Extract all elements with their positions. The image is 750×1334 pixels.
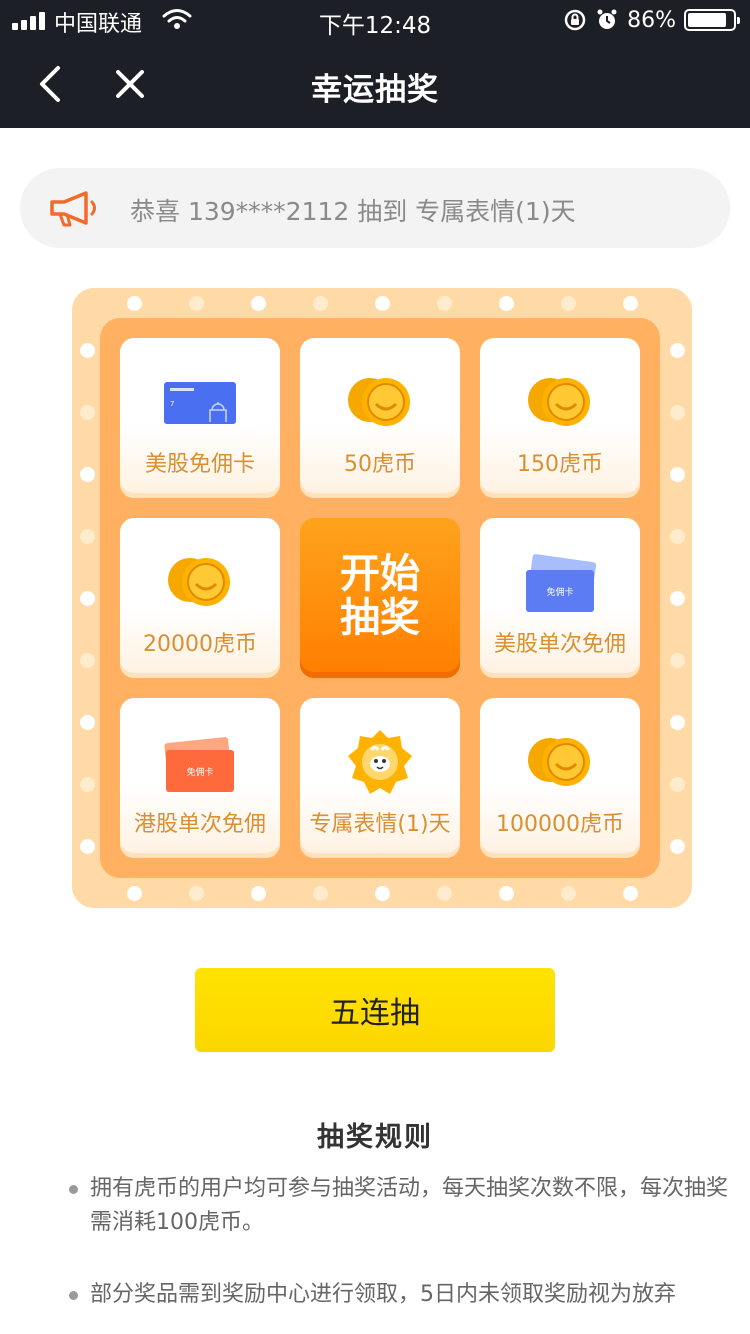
board-light-dot xyxy=(80,467,95,482)
coins-icon xyxy=(168,558,230,606)
prize-cell: 100000虎币 xyxy=(480,698,640,858)
prize-label: 港股单次免佣 xyxy=(133,812,266,837)
battery-percent: 86% xyxy=(627,7,676,33)
board-light-dot xyxy=(80,715,95,730)
prize-label: 专属表情(1)天 xyxy=(309,812,451,837)
prize-label: 50虎币 xyxy=(344,452,416,477)
prize-label: 美股免佣卡 xyxy=(144,452,255,477)
rules-title: 抽奖规则 xyxy=(317,1122,433,1153)
board-light-dot xyxy=(80,777,95,792)
rule-text: 部分奖品需到奖励中心进行领取，5日内未领取奖励视为放弃 xyxy=(90,1282,676,1307)
status-bar: 中国联通 下午12:48 86% xyxy=(0,0,750,40)
bullet-icon xyxy=(69,1291,78,1300)
page-title: 幸运抽奖 xyxy=(311,72,439,108)
prize-cell: 50虎币 xyxy=(300,338,460,498)
top-bar: 中国联通 下午12:48 86% 幸运抽奖 xyxy=(0,0,750,128)
board-light-dot xyxy=(623,296,638,311)
alarm-icon xyxy=(597,9,617,29)
board-light-dot xyxy=(127,296,142,311)
commission-free-card-blue-icon: 免佣卡 xyxy=(526,554,597,612)
commission-free-card-red-icon: 免佣卡 xyxy=(164,737,234,792)
winner-announcement: 恭喜 139****2112 抽到 专属表情(1)天 xyxy=(20,168,730,248)
bullet-icon xyxy=(69,1185,78,1194)
board-light-dot xyxy=(670,405,685,420)
board-light-dot xyxy=(80,343,95,358)
prize-label: 20000虎币 xyxy=(143,632,257,657)
svg-text:免佣卡: 免佣卡 xyxy=(186,766,213,778)
board-light-dot xyxy=(670,529,685,544)
prize-cell: 20000虎币 xyxy=(120,518,280,678)
rotation-lock-icon xyxy=(564,9,586,31)
board-light-dot xyxy=(670,653,685,668)
emoji-badge-icon xyxy=(348,730,412,794)
board-light-dot xyxy=(670,715,685,730)
board-light-dot xyxy=(499,886,514,901)
board-light-dot xyxy=(670,467,685,482)
prize-cell: 7 美股免佣卡 xyxy=(120,338,280,498)
board-light-dot xyxy=(80,653,95,668)
board-light-dot xyxy=(670,343,685,358)
board-light-dot xyxy=(623,886,638,901)
rule-item: 拥有虎币的用户均可参与抽奖活动，每天抽奖次数不限，每次抽奖需消耗100虎币。 xyxy=(69,1172,730,1240)
prize-cell: 专属表情(1)天 xyxy=(300,698,460,858)
board-light-dot xyxy=(437,296,452,311)
board-light-dot xyxy=(561,886,576,901)
rule-item: 部分奖品需到奖励中心进行领取，5日内未领取奖励视为放弃 xyxy=(69,1278,730,1312)
board-light-dot xyxy=(80,529,95,544)
svg-text:免佣卡: 免佣卡 xyxy=(546,586,573,598)
board-light-dot xyxy=(437,886,452,901)
board-light-dot xyxy=(670,777,685,792)
svg-text:7: 7 xyxy=(170,400,174,408)
board-light-dot xyxy=(499,296,514,311)
prize-cell: 免佣卡 港股单次免佣 xyxy=(120,698,280,858)
coins-icon xyxy=(348,378,410,426)
board-light-dot xyxy=(127,886,142,901)
coins-icon xyxy=(528,378,590,426)
board-light-dot xyxy=(251,886,266,901)
prize-cell: 免佣卡 美股单次免佣 xyxy=(480,518,640,678)
coins-icon xyxy=(528,738,590,786)
start-draw-button[interactable]: 开始 抽奖 xyxy=(300,518,460,678)
board-light-dot xyxy=(670,591,685,606)
board-light-dot xyxy=(375,296,390,311)
board-light-dot xyxy=(80,405,95,420)
board-light-dot xyxy=(670,839,685,854)
board-light-dot xyxy=(251,296,266,311)
board-light-dot xyxy=(189,886,204,901)
board-light-dot xyxy=(80,591,95,606)
prize-cell: 150虎币 xyxy=(480,338,640,498)
board-light-dot xyxy=(313,296,328,311)
status-right: 86% xyxy=(563,6,740,34)
prize-label: 100000虎币 xyxy=(496,812,624,837)
prize-label: 150虎币 xyxy=(517,452,603,477)
board-light-dot xyxy=(80,839,95,854)
us-stock-card-icon: 7 xyxy=(164,382,236,424)
five-draw-button[interactable]: 五连抽 xyxy=(195,968,555,1052)
board-light-dot xyxy=(561,296,576,311)
board-light-dot xyxy=(375,886,390,901)
prize-label: 美股单次免佣 xyxy=(493,632,626,657)
announcement-text: 恭喜 139****2112 抽到 专属表情(1)天 xyxy=(130,197,576,226)
board-light-dot xyxy=(313,886,328,901)
megaphone-icon xyxy=(50,191,96,227)
start-draw-label: 开始 抽奖 xyxy=(340,551,420,641)
rule-text: 拥有虎币的用户均可参与抽奖活动，每天抽奖次数不限，每次抽奖需消耗100虎币。 xyxy=(90,1176,729,1235)
battery-icon xyxy=(684,9,740,31)
board-light-dot xyxy=(189,296,204,311)
